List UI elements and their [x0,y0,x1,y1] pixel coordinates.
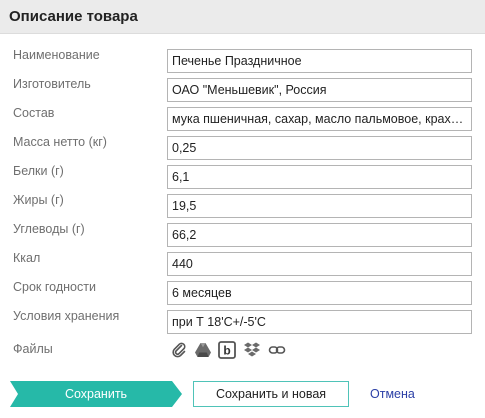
name-input[interactable] [167,49,472,73]
cancel-link[interactable]: Отмена [370,387,415,401]
save-and-new-button[interactable]: Сохранить и новая [193,381,349,407]
link-icon[interactable] [268,341,286,359]
google-drive-icon[interactable] [194,341,212,359]
field-row-storage-conditions: Условия хранения [0,309,485,335]
field-label-kcal: Ккал [13,251,41,265]
net-weight-input[interactable] [167,136,472,160]
dropbox-icon[interactable] [243,341,261,359]
field-row-net-weight: Масса нетто (кг) [0,135,485,161]
storage-conditions-input[interactable] [167,310,472,334]
field-row-fats: Жиры (г) [0,193,485,219]
field-label-shelf-life: Срок годности [13,280,96,294]
shelf-life-input[interactable] [167,281,472,305]
svg-text:b: b [223,344,230,358]
composition-input[interactable] [167,107,472,131]
carbohydrates-input[interactable] [167,223,472,247]
field-label-files: Файлы [13,342,53,356]
box-icon[interactable]: b [218,341,236,359]
field-label-storage-conditions: Условия хранения [13,309,120,323]
field-label-name: Наименование [13,48,100,62]
field-label-manufacturer: Изготовитель [13,77,91,91]
paperclip-icon[interactable] [170,341,188,359]
save-button-label: Сохранить [64,387,128,401]
page-title: Описание товара [9,8,138,25]
fats-input[interactable] [167,194,472,218]
manufacturer-input[interactable] [167,78,472,102]
field-label-composition: Состав [13,106,55,120]
form-header: Описание товара [0,0,485,34]
field-label-fats: Жиры (г) [13,193,64,207]
field-row-composition: Состав [0,106,485,132]
field-label-proteins: Белки (г) [13,164,64,178]
field-row-carbohydrates: Углеводы (г) [0,222,485,248]
field-row-proteins: Белки (г) [0,164,485,190]
field-row-shelf-life: Срок годности [0,280,485,306]
field-row-kcal: Ккал [0,251,485,277]
save-button[interactable]: Сохранить [10,381,182,407]
proteins-input[interactable] [167,165,472,189]
kcal-input[interactable] [167,252,472,276]
field-row-manufacturer: Изготовитель [0,77,485,103]
field-label-net-weight: Масса нетто (кг) [13,135,107,149]
field-label-carbohydrates: Углеводы (г) [13,222,85,236]
field-row-name: Наименование [0,48,485,74]
